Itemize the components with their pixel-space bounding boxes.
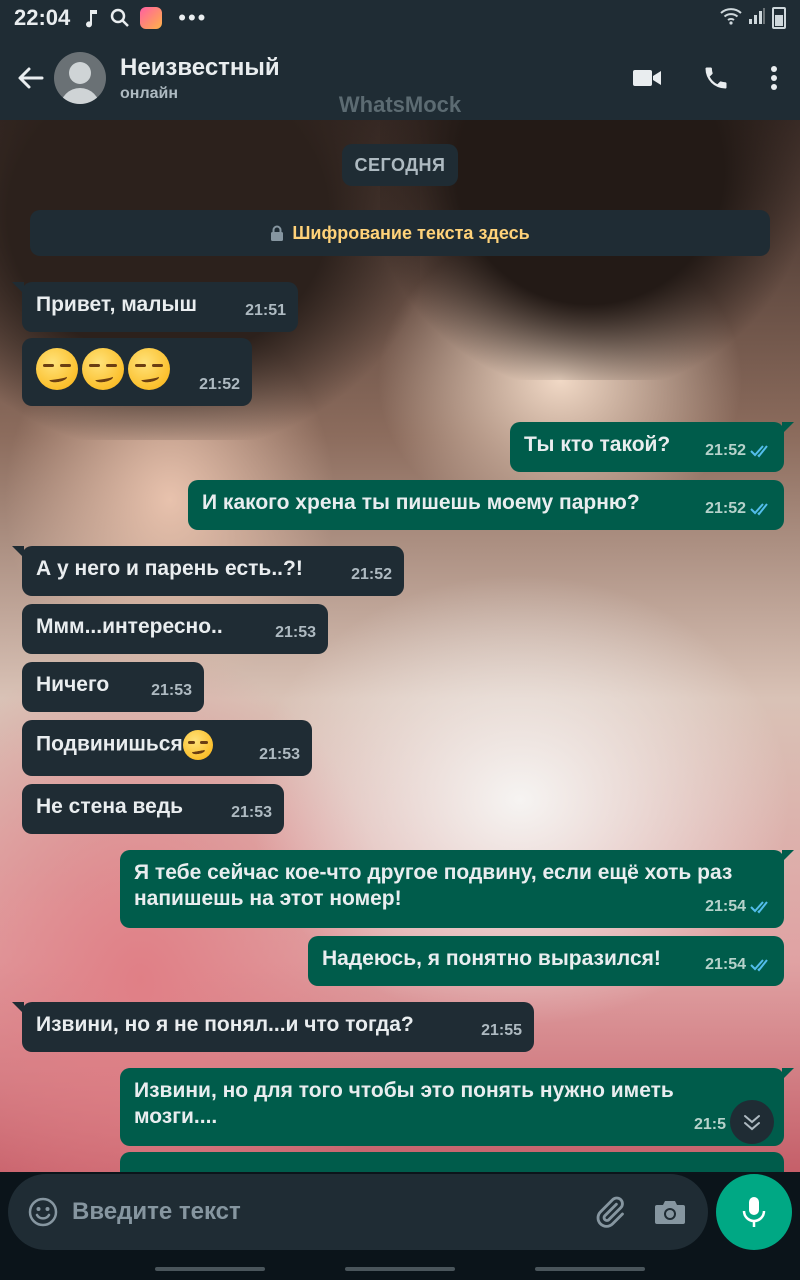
- search-icon: [110, 8, 130, 28]
- avatar[interactable]: [54, 52, 106, 104]
- wifi-icon: [720, 7, 742, 30]
- message-time: 21:53: [259, 746, 300, 763]
- encryption-text: Шифрование текста здесь: [292, 222, 530, 243]
- message-text: Надеюсь, я понятно выразился!: [322, 947, 661, 970]
- message-outgoing[interactable]: Надеюсь, я понятно выразился! 21:54: [308, 936, 784, 986]
- message-time: 21:54: [705, 898, 746, 915]
- chat-area[interactable]: СЕГОДНЯ Шифрование текста здесь Привет, …: [0, 120, 800, 1172]
- more-menu-icon[interactable]: [770, 65, 778, 91]
- read-ticks-icon: [750, 958, 772, 972]
- app-icon: [140, 7, 163, 29]
- chevron-double-down-icon: [744, 1115, 760, 1131]
- nav-recents[interactable]: [155, 1267, 265, 1271]
- message-incoming[interactable]: Извини, но я не понял...и что тогда? 21:…: [12, 1002, 534, 1052]
- message-incoming[interactable]: Не стена ведь 21:53: [22, 784, 284, 834]
- smirk-emoji-icon: [36, 348, 78, 390]
- message-text: Извини, но я не понял...и что тогда?: [36, 1013, 414, 1036]
- message-text: Ммм...интересно..: [36, 615, 223, 638]
- message-time: 21:5: [693, 1116, 726, 1133]
- message-outgoing[interactable]: Ты кто такой? 21:52: [510, 422, 794, 472]
- date-divider: СЕГОДНЯ: [342, 144, 458, 186]
- battery-icon: [772, 7, 786, 29]
- message-text: Ничего: [36, 673, 110, 696]
- back-arrow-icon[interactable]: [10, 58, 50, 98]
- message-text: Привет, малыш: [36, 293, 197, 316]
- message-time: 21:51: [245, 302, 286, 319]
- message-time: 21:52: [199, 376, 240, 393]
- voice-call-icon[interactable]: [702, 64, 730, 92]
- message-incoming[interactable]: Привет, малыш 21:51: [12, 282, 298, 332]
- nav-home[interactable]: [345, 1267, 455, 1271]
- message-time: 21:52: [351, 566, 392, 583]
- contact-name: Неизвестный: [120, 53, 280, 81]
- read-ticks-icon: [750, 502, 772, 516]
- message-input[interactable]: Введите текст: [72, 1198, 570, 1226]
- scroll-down-button[interactable]: [730, 1100, 774, 1144]
- message-incoming[interactable]: Подвинишься 21:53: [22, 720, 312, 776]
- message-time: 21:52: [705, 500, 746, 517]
- message-composer: Введите текст: [8, 1174, 708, 1250]
- message-text: Ты кто такой?: [524, 433, 671, 456]
- message-time: 21:53: [151, 682, 192, 699]
- message-text: Не стена ведь: [36, 795, 184, 818]
- message-text: А у него и парень есть..?!: [36, 557, 303, 580]
- chat-header: Неизвестный онлайн: [0, 36, 800, 120]
- message-time: 21:54: [705, 956, 746, 973]
- message-time: 21:52: [705, 442, 746, 459]
- system-navigation-bar: [0, 1258, 800, 1280]
- attach-paperclip-icon[interactable]: [590, 1192, 630, 1232]
- read-ticks-icon: [750, 900, 772, 914]
- message-time: 21:53: [231, 804, 272, 821]
- encryption-notice[interactable]: Шифрование текста здесь: [30, 210, 770, 256]
- read-ticks-icon: [750, 444, 772, 458]
- message-outgoing[interactable]: Я тебе сейчас кое-что другое подвину, ес…: [120, 850, 794, 928]
- message-text: Подвинишься: [36, 732, 183, 756]
- contact-info[interactable]: Неизвестный онлайн: [120, 54, 280, 103]
- microphone-icon: [742, 1197, 766, 1227]
- nav-back[interactable]: [535, 1267, 645, 1271]
- more-dots-icon: •••: [178, 5, 208, 30]
- message-text: И какого хрена ты пишешь моему парню?: [202, 491, 640, 514]
- status-bar: 22:04 •••: [0, 0, 800, 36]
- camera-icon[interactable]: [650, 1192, 690, 1232]
- microphone-button[interactable]: [716, 1174, 792, 1250]
- message-outgoing[interactable]: Извини, но для того чтобы это понять нуж…: [120, 1068, 794, 1146]
- message-incoming[interactable]: Ммм...интересно.. 21:53: [22, 604, 328, 654]
- lock-icon: [271, 225, 284, 241]
- message-outgoing[interactable]: И какого хрена ты пишешь моему парню? 21…: [188, 480, 784, 530]
- message-time: 21:55: [481, 1022, 522, 1039]
- message-incoming[interactable]: 21:52: [22, 338, 252, 406]
- smirk-emoji-icon: [82, 348, 124, 390]
- music-note-icon: [84, 8, 100, 28]
- message-outgoing-partial[interactable]: [120, 1152, 784, 1172]
- signal-icon: [748, 7, 766, 30]
- message-incoming[interactable]: А у него и парень есть..?! 21:52: [12, 546, 404, 596]
- message-text: Извини, но для того чтобы это понять нуж…: [134, 1079, 674, 1128]
- status-time: 22:04: [14, 5, 71, 30]
- contact-status: онлайн: [120, 84, 178, 102]
- video-call-icon[interactable]: [632, 67, 662, 89]
- smirk-emoji-icon: [128, 348, 170, 390]
- message-incoming[interactable]: Ничего 21:53: [22, 662, 204, 712]
- message-time: 21:53: [275, 624, 316, 641]
- message-text: Я тебе сейчас кое-что другое подвину, ес…: [134, 861, 733, 910]
- emoji-icon[interactable]: [26, 1195, 60, 1229]
- smirk-emoji-icon: [182, 730, 213, 760]
